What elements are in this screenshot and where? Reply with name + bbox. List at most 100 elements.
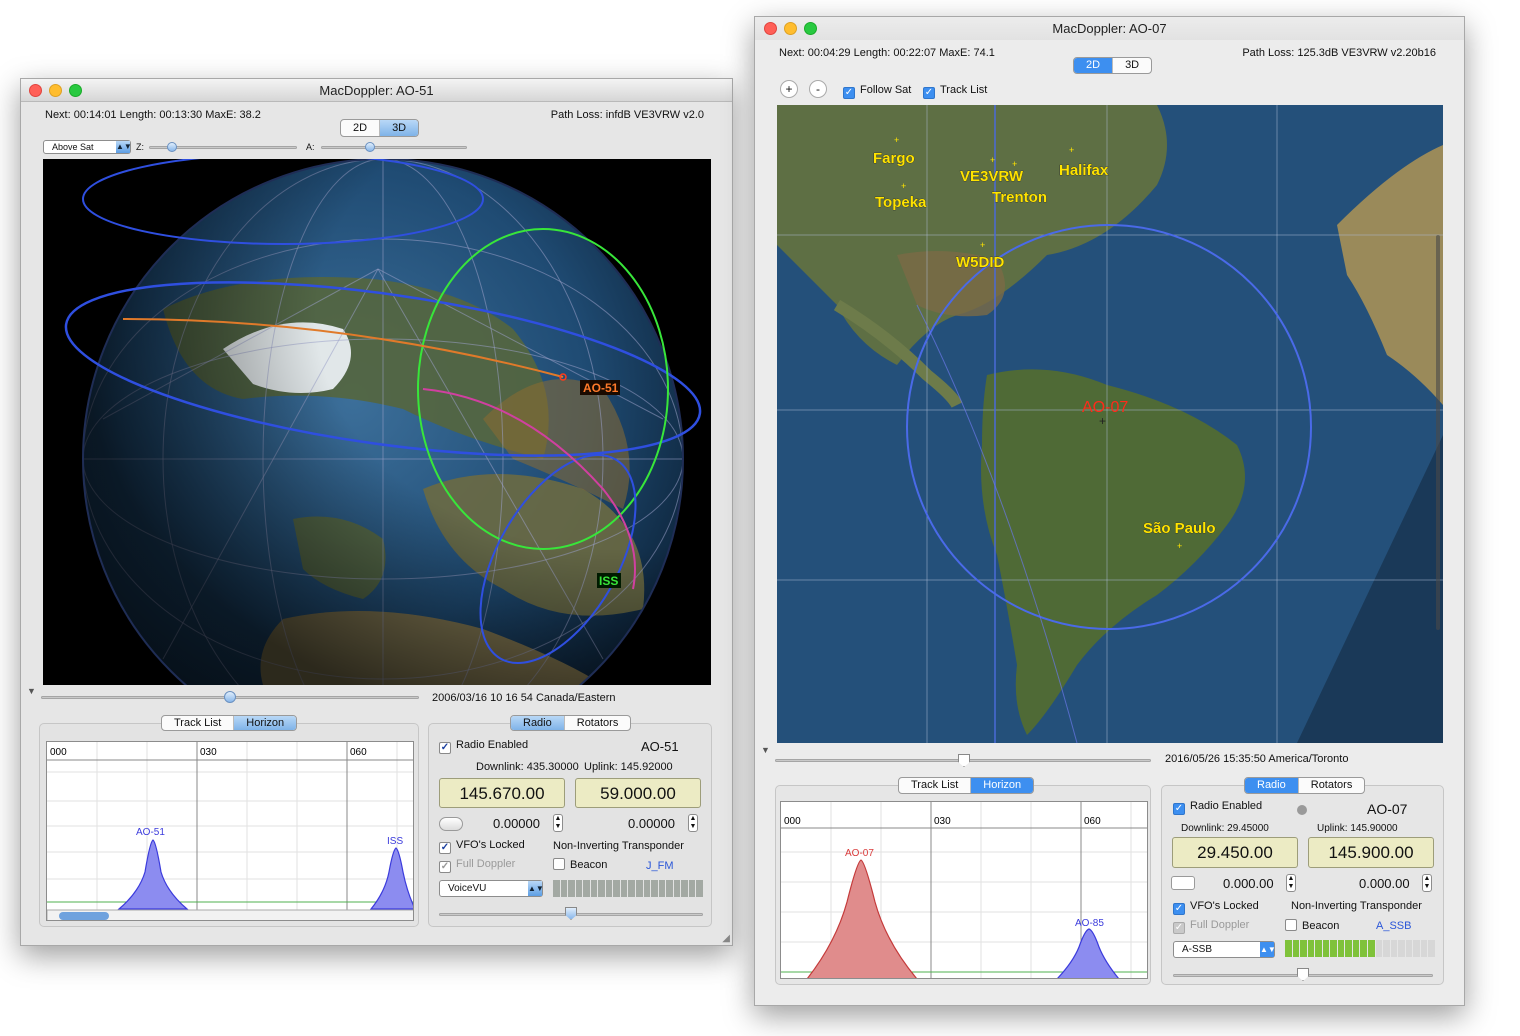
radio-enabled-checkbox[interactable]: ✓ Radio Enabled (439, 739, 528, 754)
chevron-updown-icon: ▲▼ (1260, 942, 1276, 957)
tick-060: 060 (1084, 816, 1101, 827)
globe-3d-view[interactable]: AO-51 ISS (43, 159, 711, 685)
city-w5did: W5DID (956, 254, 1005, 271)
zoom-out-button[interactable]: - (809, 80, 827, 98)
radio-enabled-checkbox[interactable]: ✓ Radio Enabled (1173, 800, 1262, 815)
macdoppler-window-ao51: MacDoppler: AO-51 Next: 00:14:01 Length:… (20, 78, 733, 946)
minimize-button[interactable] (784, 22, 797, 35)
mode-select-value: A-SSB (1182, 944, 1213, 955)
map-2d-view[interactable]: + + + + + + + Fargo Topeka VE3VRW Trenton Hal… (777, 105, 1443, 743)
map-canvas: + + + + + + + Fargo Topeka VE3VRW Trenton Hal… (777, 105, 1443, 743)
a-slider[interactable] (321, 146, 467, 149)
rit-right-value: 0.000.00 (1359, 876, 1410, 891)
horizon-canvas: 000 030 060 AO-07 AO-85 (781, 802, 1147, 978)
city-halifax: Halifax (1059, 162, 1109, 179)
uplink-frequency-display[interactable]: 145.900.00 (1308, 837, 1434, 868)
transponder-type: Non-Inverting Transponder (553, 840, 684, 852)
full-doppler-checkbox[interactable]: ✓ Full Doppler (1173, 919, 1249, 934)
tab-rotators[interactable]: Rotators (1299, 778, 1365, 793)
beacon-checkbox[interactable]: Beacon (553, 858, 607, 871)
tab-radio[interactable]: Radio (1245, 778, 1299, 793)
path-loss-info: Path Loss: 125.3dB VE3VRW v2.20b16 (1242, 47, 1436, 59)
radio-tab-group: Radio Rotators (510, 715, 632, 731)
zoom-button[interactable] (804, 22, 817, 35)
a-slider-knob[interactable] (365, 142, 375, 152)
downlink-label: Downlink: 29.45000 (1181, 823, 1269, 834)
pass-ao85-label: AO-85 (1075, 918, 1104, 929)
zoom-button[interactable] (69, 84, 82, 97)
tab-3d[interactable]: 3D (1113, 58, 1151, 73)
close-button[interactable] (29, 84, 42, 97)
follow-sat-checkbox[interactable]: ✓ Follow Sat (843, 84, 911, 99)
zoom-in-button[interactable]: + (780, 80, 798, 98)
tab-track-list[interactable]: Track List (162, 716, 235, 730)
signal-meter (553, 880, 703, 897)
rit-toggle[interactable] (1171, 876, 1195, 890)
checkmark-icon: ✓ (843, 87, 855, 99)
time-slider-knob[interactable] (224, 691, 236, 703)
tab-radio[interactable]: Radio (511, 716, 565, 730)
tab-track-list[interactable]: Track List (899, 778, 972, 793)
mode-select[interactable]: A-SSB ▲▼ (1173, 941, 1276, 958)
track-list-label: Track List (940, 84, 988, 96)
beacon-checkbox[interactable]: Beacon (1285, 919, 1339, 932)
tab-horizon[interactable]: Horizon (234, 716, 297, 730)
rit-left-stepper[interactable]: ▲ ▼ (553, 814, 563, 832)
horizon-chart: 000 030 060 AO-07 AO-85 (780, 801, 1148, 979)
horizon-scroll-thumb[interactable] (59, 912, 109, 920)
z-label: Z: (136, 142, 144, 152)
pass-info: Next: 00:04:29 Length: 00:22:07 MaxE: 74… (779, 47, 995, 59)
checkmark-icon: ✓ (439, 861, 451, 873)
tab-2d[interactable]: 2D (341, 120, 381, 136)
tab-3d[interactable]: 3D (380, 120, 419, 136)
vfo-locked-checkbox[interactable]: ✓ VFO's Locked (1173, 900, 1259, 915)
rit-left-stepper[interactable]: ▲ ▼ (1286, 874, 1296, 892)
minimize-button[interactable] (49, 84, 62, 97)
pass-ao07-label: AO-07 (845, 848, 874, 859)
radio-tab-group: Radio Rotators (1244, 777, 1366, 794)
close-button[interactable] (764, 22, 777, 35)
radio-enabled-label: Radio Enabled (456, 739, 529, 751)
tick-030: 030 (934, 816, 951, 827)
checkmark-icon: ✓ (1173, 922, 1185, 934)
full-doppler-checkbox[interactable]: ✓ Full Doppler (439, 858, 515, 873)
signal-meter (1285, 940, 1435, 957)
resize-grip-icon[interactable]: ◢ (722, 933, 730, 944)
tick-060: 060 (350, 747, 367, 758)
map-scrollbar[interactable] (1436, 235, 1440, 630)
rit-toggle[interactable] (439, 817, 463, 831)
tab-horizon[interactable]: Horizon (971, 778, 1034, 793)
downlink-label: Downlink: 435.30000 (476, 761, 579, 773)
tab-2d[interactable]: 2D (1074, 58, 1114, 73)
vfo-locked-checkbox[interactable]: ✓ VFO's Locked (439, 839, 525, 854)
checkbox-empty-icon (553, 858, 565, 870)
downlink-frequency-display[interactable]: 145.670.00 (439, 778, 565, 808)
horizon-chart: 000 030 060 AO-51 ISS (46, 741, 414, 921)
title-bar[interactable]: MacDoppler: AO-51 (21, 79, 732, 102)
city-ve3vrw: VE3VRW (960, 168, 1024, 185)
rit-right-stepper[interactable]: ▲ ▼ (1422, 874, 1432, 892)
disclosure-triangle-icon[interactable]: ▼ (27, 686, 36, 696)
tab-rotators[interactable]: Rotators (565, 716, 631, 730)
globe-canvas: AO-51 ISS (64, 159, 702, 685)
voice-select[interactable]: VoiceVU ▲▼ (439, 880, 544, 897)
disclosure-triangle-icon[interactable]: ▼ (761, 745, 770, 755)
window-title: MacDoppler: AO-51 (319, 83, 434, 98)
z-slider-knob[interactable] (167, 142, 177, 152)
pass-info: Next: 00:14:01 Length: 00:13:30 MaxE: 38… (45, 109, 261, 121)
track-list-checkbox[interactable]: ✓ Track List (923, 84, 987, 99)
svg-text:+: + (990, 155, 995, 165)
checkmark-icon: ✓ (439, 742, 451, 754)
rit-right-stepper[interactable]: ▲ ▼ (688, 814, 698, 832)
vfo-locked-label: VFO's Locked (456, 839, 525, 851)
uplink-frequency-display[interactable]: 59.000.00 (575, 778, 701, 808)
time-slider-knob[interactable] (958, 754, 970, 767)
downlink-frequency-display[interactable]: 29.450.00 (1172, 837, 1298, 868)
path-loss-info: Path Loss: infdB VE3VRW v2.0 (550, 109, 704, 121)
radio-sat-name: AO-07 (1367, 801, 1408, 817)
pass-ao51-shape (117, 839, 189, 910)
checkmark-icon: ✓ (923, 87, 935, 99)
title-bar[interactable]: MacDoppler: AO-07 (755, 17, 1464, 40)
view-mode-select[interactable]: Above Sat ▲▼ (43, 140, 132, 154)
uplink-label: Uplink: 145.90000 (1317, 823, 1398, 834)
